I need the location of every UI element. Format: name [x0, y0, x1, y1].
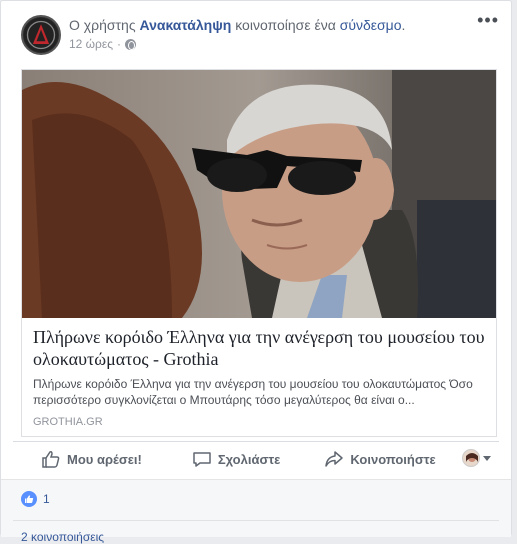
like-reaction-icon	[21, 491, 37, 507]
attribution-period: .	[401, 17, 406, 33]
chevron-down-icon	[483, 455, 491, 461]
globe-icon[interactable]	[125, 38, 137, 50]
author-name-link[interactable]: Ανακατάληψη	[139, 17, 231, 33]
like-count: 1	[43, 492, 50, 506]
shared-link-word[interactable]: σύνδεσμο	[340, 17, 402, 33]
author-avatar[interactable]	[21, 15, 61, 55]
meta-separator: ·	[117, 37, 122, 51]
post-header: Ο χρήστης Ανακατάληψη κοινοποίησε ένα σύ…	[21, 11, 499, 57]
post-attribution: Ο χρήστης Ανακατάληψη κοινοποίησε ένα σύ…	[69, 16, 405, 34]
link-preview-text: Πλήρωνε κορόιδο Έλληνα για την ανέγερση …	[33, 326, 486, 428]
attribution-action: κοινοποίησε ένα	[235, 17, 336, 33]
share-label: Κοινοποιήστε	[350, 451, 436, 467]
reactions-summary: 1 2 κοινοποιήσεις	[1, 479, 511, 544]
link-description: Πλήρωνε κορόιδο Έλληνα για την ανέγερση …	[33, 377, 473, 407]
post-card: Ο χρήστης Ανακατάληψη κοινοποίησε ένα σύ…	[0, 0, 512, 544]
link-preview[interactable]: Πλήρωνε κορόιδο Έλληνα για την ανέγερση …	[21, 69, 497, 437]
post-meta: 12 ώρες ·	[69, 37, 137, 51]
comment-label: Σχολιάστε	[217, 451, 281, 467]
link-title[interactable]: Πλήρωνε κορόιδο Έλληνα για την ανέγερση …	[33, 326, 486, 370]
share-arrow-icon	[325, 451, 344, 467]
link-preview-image[interactable]	[22, 70, 496, 318]
like-count-link[interactable]: 1	[21, 491, 50, 507]
comment-button[interactable]: Σχολιάστε	[192, 449, 280, 469]
shares-count-link[interactable]: 2 κοινοποιήσεις	[21, 530, 104, 544]
shares-divider	[13, 520, 499, 521]
like-button[interactable]: Μου αρέσει!	[41, 449, 142, 469]
link-domain: GROTHIA.GR	[33, 416, 103, 428]
author-logo-icon	[23, 17, 59, 53]
post-timestamp[interactable]: 12 ώρες	[69, 37, 113, 51]
attribution-prefix: Ο χρήστης	[69, 17, 136, 33]
viewer-avatar	[462, 449, 480, 467]
like-label: Μου αρέσει!	[67, 451, 142, 467]
thumbs-up-icon	[42, 451, 60, 468]
reaction-identity-picker[interactable]	[462, 449, 491, 467]
comment-icon	[193, 452, 211, 467]
share-button[interactable]: Κοινοποιήστε	[324, 449, 436, 469]
post-actions: Μου αρέσει! Σχολιάστε Κοινοποιήστε	[13, 443, 499, 475]
more-options-button[interactable]: •••	[477, 11, 499, 29]
preview-photo	[22, 70, 496, 318]
actions-divider	[13, 441, 499, 442]
